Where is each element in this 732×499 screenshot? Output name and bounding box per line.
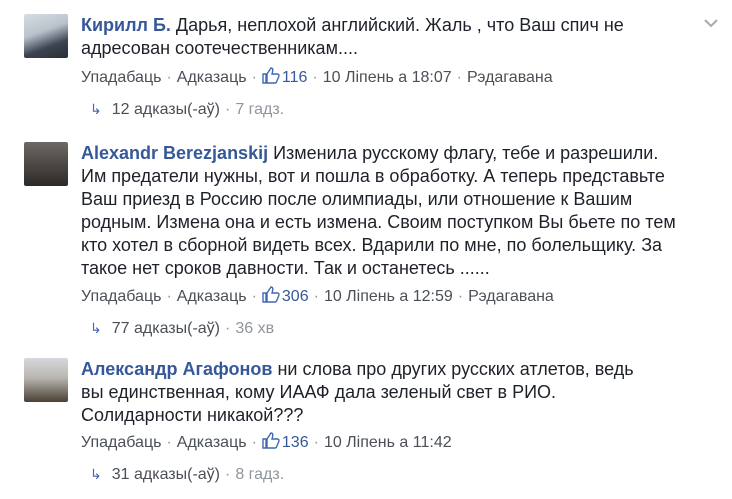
replies-time: 8 гадз. [235,466,285,483]
replies-count[interactable]: 77 адказы(-аў) [112,320,220,337]
comment-text: Изменила русскому флагу, тебе и разрешил… [81,143,676,278]
like-button[interactable]: Упадабаць [81,434,161,451]
comment-actions: Упадабаць · Адказаць · 306 · 10 Ліпень а 12:59… [81,286,554,305]
thumbs-up-icon [262,67,280,84]
avatar[interactable] [24,14,68,58]
comment-actions: Упадабаць · Адказаць · 136 · 10 Ліпень а 11:42 [81,432,452,451]
comment-date[interactable]: 10 Ліпень а 18:07 [323,69,452,86]
reply-button[interactable]: Адказаць [177,434,247,451]
comment-date[interactable]: 10 Ліпень а 12:59 [324,288,453,305]
replies-time: 36 хв [235,320,275,337]
like-button[interactable]: Упадабаць [81,69,161,86]
like-count[interactable]: 116 [282,69,308,86]
comment-author[interactable]: Александр Агафонов [81,359,272,379]
comment-body: Кирилл Б. Дарья, неплохой английский. Жал… [81,14,641,60]
replies-count[interactable]: 31 адказы(-аў) [112,466,220,483]
reply-button[interactable]: Адказаць [177,69,247,86]
replies-count[interactable]: 12 адказы(-аў) [112,101,220,118]
thumbs-up-icon [262,432,280,449]
replies-link[interactable]: ↳ 12 адказы(-аў) · 7 гадз. [90,101,284,119]
like-count[interactable]: 136 [282,434,309,451]
reply-arrow-icon: ↳ [90,466,102,482]
thumbs-up-icon [262,286,280,303]
avatar[interactable] [24,142,68,186]
like-count[interactable]: 306 [282,288,309,305]
comment-author[interactable]: Alexandr Berezjanskij [81,143,268,163]
comment-date[interactable]: 10 Ліпень а 11:42 [324,434,452,451]
reply-button[interactable]: Адказаць [177,288,247,305]
comment-body: Александр Агафонов ни слова про других ру… [81,358,661,427]
like-button[interactable]: Упадабаць [81,288,161,305]
avatar[interactable] [24,358,68,402]
replies-link[interactable]: ↳ 31 адказы(-аў) · 8 гадз. [90,466,284,484]
edited-label[interactable]: Рэдагавана [467,69,553,86]
reply-arrow-icon: ↳ [90,320,102,336]
comment-author[interactable]: Кирилл Б. [81,15,171,35]
replies-time: 7 гадз. [235,101,285,118]
reply-arrow-icon: ↳ [90,101,102,117]
edited-label[interactable]: Рэдагавана [468,288,554,305]
comment-body: Alexandr Berezjanskij Изменила русскому ф… [81,142,681,280]
chevron-down-icon[interactable] [704,18,718,28]
comment-actions: Упадабаць · Адказаць · 116 · 10 Ліпень а 18:07… [81,67,553,86]
replies-link[interactable]: ↳ 77 адказы(-аў) · 36 хв [90,320,274,338]
